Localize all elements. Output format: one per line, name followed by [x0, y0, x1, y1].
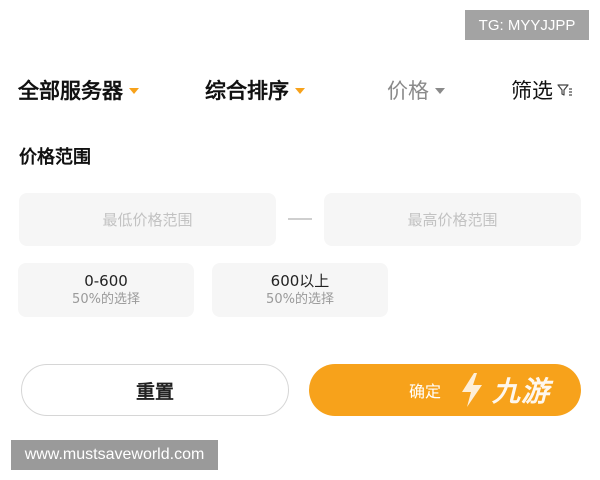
chip-sublabel: 50%的选择	[266, 292, 334, 307]
min-price-input[interactable]	[19, 193, 276, 246]
logo-text: 九游	[492, 375, 551, 408]
chevron-down-icon	[295, 88, 305, 94]
watermark-badge-bottom: www.mustsaveworld.com	[11, 440, 218, 470]
chevron-down-icon	[129, 88, 139, 94]
site-logo-watermark: 九游	[458, 368, 550, 412]
chip-label: 600以上	[270, 272, 330, 290]
filter-button[interactable]: 筛选	[511, 72, 573, 108]
price-dropdown[interactable]: 价格	[387, 72, 445, 108]
price-chip-600-plus[interactable]: 600以上 50%的选择	[212, 263, 388, 317]
server-filter-label: 全部服务器	[18, 79, 123, 103]
funnel-icon	[557, 84, 572, 96]
price-range-title: 价格范围	[19, 147, 91, 168]
chevron-down-icon	[435, 88, 445, 94]
confirm-label: 确定	[408, 382, 441, 401]
chip-sublabel: 50%的选择	[72, 292, 140, 307]
reset-button[interactable]: 重置	[21, 364, 289, 416]
watermark-badge-top: TG: MYYJJPP	[465, 10, 589, 40]
lightning-icon	[462, 373, 482, 407]
price-label: 价格	[387, 79, 429, 103]
filter-label: 筛选	[511, 79, 553, 103]
chip-label: 0-600	[84, 272, 128, 290]
range-separator	[288, 218, 312, 220]
filter-bar: 全部服务器 综合排序 价格 筛选	[0, 72, 600, 108]
sort-dropdown[interactable]: 综合排序	[205, 72, 305, 108]
max-price-input[interactable]	[324, 193, 581, 246]
server-filter-dropdown[interactable]: 全部服务器	[18, 72, 139, 108]
sort-label: 综合排序	[205, 79, 289, 103]
price-chip-0-600[interactable]: 0-600 50%的选择	[18, 263, 194, 317]
